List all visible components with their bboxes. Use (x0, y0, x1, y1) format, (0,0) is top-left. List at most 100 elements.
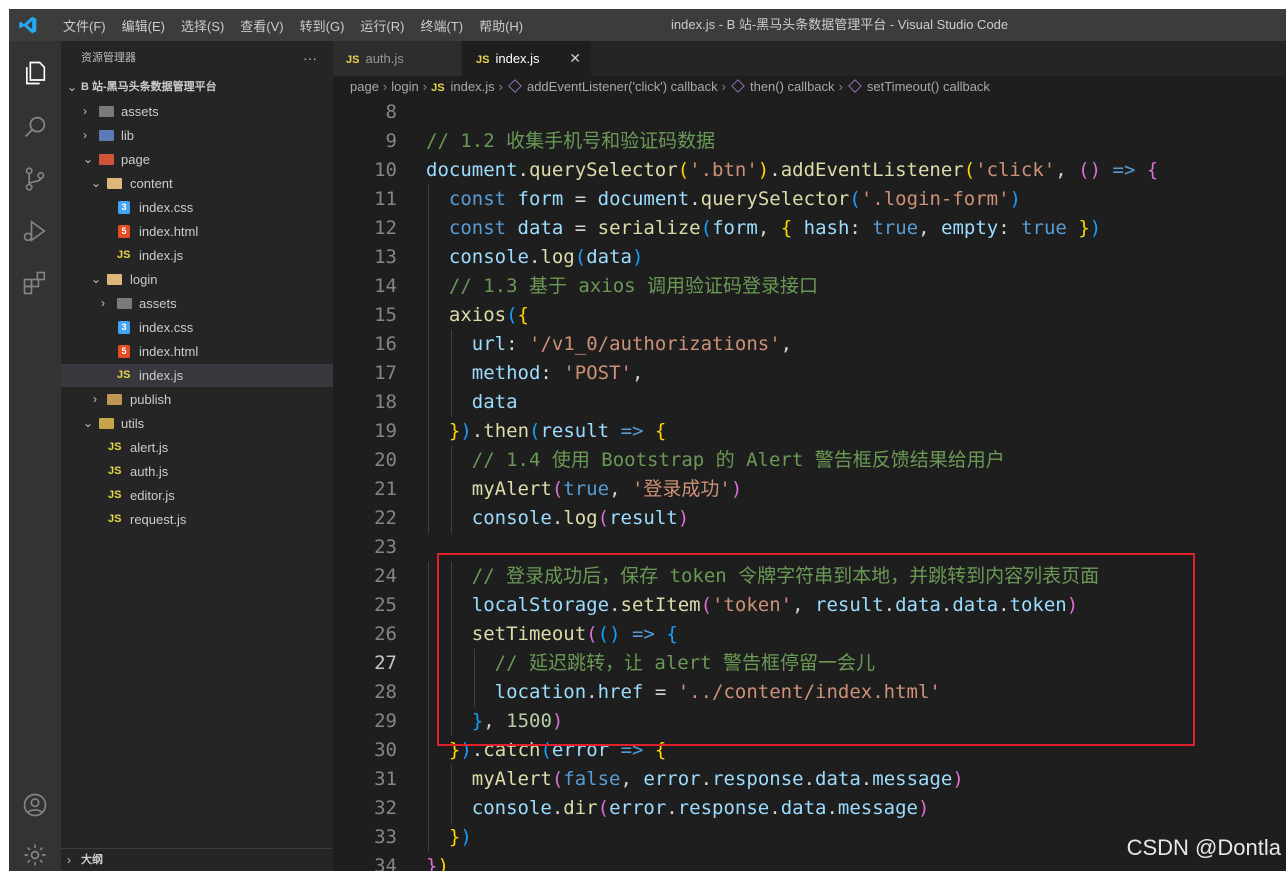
code-line[interactable]: 26 setTimeout(() => { (333, 620, 1286, 649)
code-line[interactable]: 9 // 1.2 收集手机号和验证码数据 (333, 127, 1286, 156)
menu-view[interactable]: 查看(V) (232, 16, 291, 35)
css-file-icon: 3 (118, 321, 130, 334)
tree-label: request.js (130, 512, 187, 527)
code-line[interactable]: 29 }, 1500) (333, 707, 1286, 736)
tree-file-login-index-css[interactable]: 3 index.css (61, 316, 333, 339)
menu-selection[interactable]: 选择(S) (173, 16, 232, 35)
code-line[interactable]: 25 localStorage.setItem('token', result.… (333, 591, 1286, 620)
menu-terminal[interactable]: 终端(T) (412, 16, 471, 35)
folder-icon (107, 274, 122, 285)
tree-label: content (130, 176, 173, 191)
code-line[interactable]: 13 console.log(data) (333, 243, 1286, 272)
code-line[interactable]: 11 const form = document.querySelector('… (333, 185, 1286, 214)
code-line[interactable]: 30 }).catch(error => { (333, 736, 1286, 765)
code-line[interactable]: 22 console.log(result) (333, 504, 1286, 533)
tree-file-content-index-js[interactable]: JS index.js (61, 244, 333, 267)
outline-section[interactable]: › 大纲 (61, 848, 333, 871)
watermark: CSDN @Dontla (1126, 835, 1281, 860)
tree-file-content-index-css[interactable]: 3 index.css (61, 196, 333, 219)
code-line[interactable]: 32 console.dir(error.response.data.messa… (333, 794, 1286, 823)
code-line[interactable]: 28 location.href = '../content/index.htm… (333, 678, 1286, 707)
code-line[interactable]: 18 data (333, 388, 1286, 417)
tab-bar: JS auth.js JS index.js ✕ (333, 41, 1286, 76)
css-file-icon: 3 (118, 201, 130, 214)
chevron-right-icon: › (498, 79, 503, 94)
code-line[interactable]: 27 // 延迟跳转，让 alert 警告框停留一会儿 (333, 649, 1286, 678)
js-file-icon: JS (117, 249, 131, 261)
tree-file-content-index-html[interactable]: 5 index.html (61, 220, 333, 243)
tree-folder-login[interactable]: ⌄ login (61, 268, 333, 291)
js-file-icon: JS (108, 489, 122, 501)
chevron-right-icon: › (83, 104, 87, 118)
breadcrumb-item[interactable]: index.js (451, 79, 495, 94)
tree-file-auth-js[interactable]: JS auth.js (61, 460, 333, 483)
tab-label: auth.js (365, 51, 404, 66)
line-number: 22 (374, 507, 397, 529)
code-line[interactable]: 31 myAlert(false, error.response.data.me… (333, 765, 1286, 794)
code-line[interactable]: 21 myAlert(true, '登录成功') (333, 475, 1286, 504)
code-line[interactable]: 14 // 1.3 基于 axios 调用验证码登录接口 (333, 272, 1286, 301)
breadcrumb-item[interactable]: setTimeout() callback (867, 79, 990, 94)
code-line[interactable]: 17 method: 'POST', (333, 359, 1286, 388)
tree-folder-login-assets[interactable]: › assets (61, 292, 333, 315)
code-line[interactable]: 23 (333, 533, 1286, 562)
chevron-right-icon: › (93, 392, 97, 406)
code-line[interactable]: 12 const data = serialize(form, { hash: … (333, 214, 1286, 243)
code-line[interactable]: 16 url: '/v1_0/authorizations', (333, 330, 1286, 359)
explorer-sidebar: 资源管理器 ··· ⌄ B 站-黑马头条数据管理平台 › assets › li… (61, 41, 333, 871)
tree-file-editor-js[interactable]: JS editor.js (61, 484, 333, 507)
tree-folder-page[interactable]: ⌄ page (61, 148, 333, 171)
breadcrumb-item[interactable]: page (350, 79, 379, 94)
tree-label: publish (130, 392, 172, 407)
tree-folder-lib[interactable]: › lib (61, 124, 333, 147)
breadcrumb-item[interactable]: then() callback (750, 79, 835, 94)
menu-help[interactable]: 帮助(H) (471, 16, 531, 35)
breadcrumb-item[interactable]: addEventListener('click') callback (527, 79, 718, 94)
extensions-icon[interactable] (21, 269, 49, 297)
tree-folder-utils[interactable]: ⌄ utils (61, 412, 333, 435)
tree-folder-assets[interactable]: › assets (61, 100, 333, 123)
tree-file-alert-js[interactable]: JS alert.js (61, 436, 333, 459)
tree-folder-publish[interactable]: › publish (61, 388, 333, 411)
code-line[interactable]: 20 // 1.4 使用 Bootstrap 的 Alert 警告框反馈结果给用… (333, 446, 1286, 475)
tree-folder-content[interactable]: ⌄ content (61, 172, 333, 195)
chevron-down-icon: ⌄ (83, 416, 94, 430)
chevron-down-icon: ⌄ (91, 176, 102, 190)
search-icon[interactable] (21, 113, 49, 141)
close-icon[interactable]: ✕ (569, 41, 581, 76)
code-editor[interactable]: 8 9 // 1.2 收集手机号和验证码数据 10 document.querySele… (333, 98, 1286, 871)
code-line[interactable]: 10 document.querySelector('.btn').addEven… (333, 156, 1286, 185)
source-control-icon[interactable] (21, 165, 49, 193)
js-file-icon: JS (108, 441, 122, 453)
tree-file-login-index-js[interactable]: JS index.js (61, 364, 333, 387)
explorer-icon[interactable] (21, 59, 49, 87)
tab-index-js[interactable]: JS index.js ✕ (463, 41, 591, 76)
code-text: // 1.2 收集手机号和验证码数据 (426, 130, 716, 152)
html-file-icon: 5 (118, 345, 130, 358)
symbol-method-icon (731, 79, 745, 93)
menu-go[interactable]: 转到(G) (292, 16, 353, 35)
menu-file[interactable]: 文件(F) (55, 16, 114, 35)
line-number: 19 (374, 420, 397, 442)
code-line[interactable]: 15 axios({ (333, 301, 1286, 330)
folder-icon (107, 394, 122, 405)
outline-label: 大纲 (81, 854, 103, 866)
tree-file-login-index-html[interactable]: 5 index.html (61, 340, 333, 363)
tree-label: auth.js (130, 464, 169, 479)
code-line[interactable]: 19 }).then(result => { (333, 417, 1286, 446)
menu-edit[interactable]: 编辑(E) (114, 16, 173, 35)
tree-file-request-js[interactable]: JS request.js (61, 508, 333, 531)
symbol-method-icon (508, 79, 522, 93)
code-text: // 1.4 使用 Bootstrap 的 Alert 警告框反馈结果给用户 (471, 449, 1005, 471)
code-text: myAlert(true, '登录成功') (471, 478, 743, 500)
account-icon[interactable] (21, 791, 49, 819)
breadcrumb-item[interactable]: login (391, 79, 418, 94)
run-debug-icon[interactable] (21, 217, 49, 245)
code-line[interactable]: 8 (333, 98, 1286, 127)
tab-auth-js[interactable]: JS auth.js (333, 41, 461, 76)
menu-run[interactable]: 运行(R) (352, 16, 412, 35)
workspace-root[interactable]: ⌄ B 站-黑马头条数据管理平台 (61, 76, 333, 99)
code-line[interactable]: 24 // 登录成功后，保存 token 令牌字符串到本地，并跳转到内容列表页面 (333, 562, 1286, 591)
settings-gear-icon[interactable] (21, 841, 49, 869)
more-actions-icon[interactable]: ··· (303, 41, 317, 76)
